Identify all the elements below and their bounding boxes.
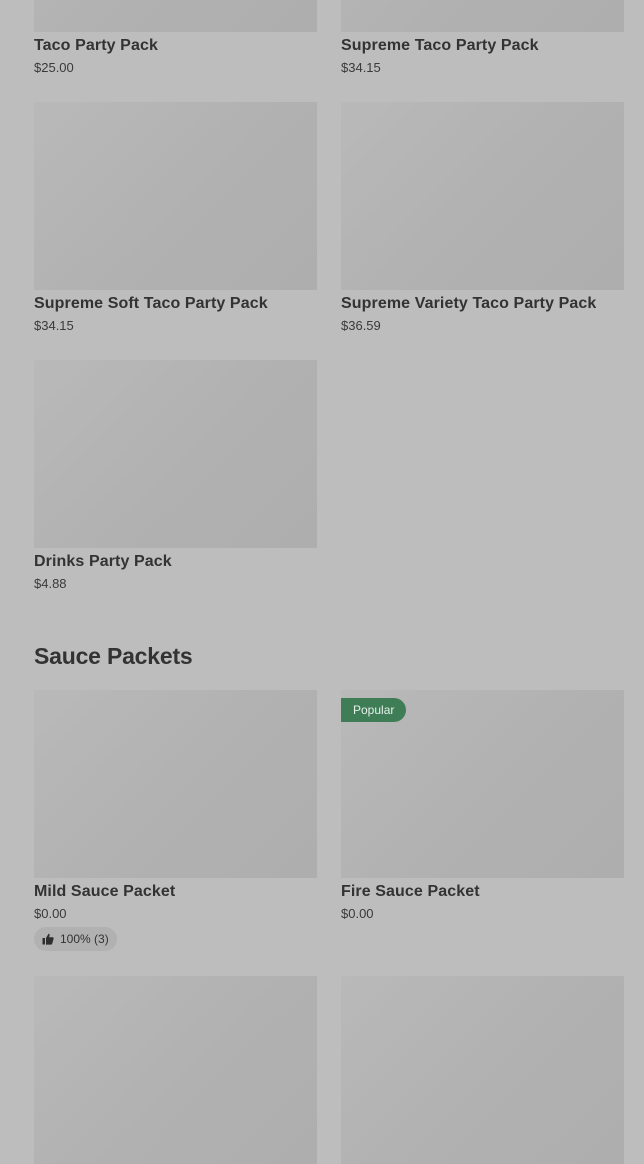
popular-badge: Popular: [341, 698, 407, 722]
item-price: $4.88: [34, 576, 67, 591]
item-price: $36.59: [341, 318, 381, 333]
menu-item-card[interactable]: Mild Sauce Packet $0.00 100% (3): [34, 690, 317, 951]
item-name: Drinks Party Pack: [34, 553, 172, 570]
item-price: $34.15: [341, 60, 381, 75]
menu-item-card[interactable]: Drinks Party Pack $4.88: [34, 360, 317, 591]
rating-text: 100% (3): [60, 932, 109, 946]
thumbs-up-icon: [42, 933, 54, 945]
menu-item-card[interactable]: [34, 976, 317, 1164]
section-title: Sauce Packets: [34, 643, 193, 669]
menu-item-card[interactable]: Taco Party Pack $25.00: [34, 0, 317, 75]
item-name: Taco Party Pack: [34, 37, 158, 54]
item-name: Supreme Soft Taco Party Pack: [34, 295, 268, 312]
menu-item-card[interactable]: Popular Fire Sauce Packet $0.00: [341, 690, 624, 921]
item-image[interactable]: [34, 976, 317, 1164]
menu-item-card[interactable]: Supreme Taco Party Pack $34.15: [341, 0, 624, 75]
item-image[interactable]: [341, 976, 624, 1164]
menu-item-card[interactable]: Supreme Variety Taco Party Pack $36.59: [341, 102, 624, 333]
item-name: Fire Sauce Packet: [341, 883, 480, 900]
item-price: $34.15: [34, 318, 74, 333]
item-price: $0.00: [341, 906, 374, 921]
item-name: Mild Sauce Packet: [34, 883, 176, 900]
menu-item-card[interactable]: [341, 976, 624, 1164]
item-image[interactable]: Popular: [341, 690, 624, 878]
item-image[interactable]: [34, 102, 317, 290]
item-image[interactable]: [341, 102, 624, 290]
item-image[interactable]: [34, 690, 317, 878]
item-image[interactable]: [34, 0, 317, 32]
item-price: $25.00: [34, 60, 74, 75]
item-image[interactable]: [34, 360, 317, 548]
item-name: Supreme Taco Party Pack: [341, 37, 539, 54]
rating-badge: 100% (3): [34, 927, 117, 951]
item-image[interactable]: [341, 0, 624, 32]
item-name: Supreme Variety Taco Party Pack: [341, 295, 597, 312]
item-price: $0.00: [34, 906, 67, 921]
menu-item-card[interactable]: Supreme Soft Taco Party Pack $34.15: [34, 102, 317, 333]
